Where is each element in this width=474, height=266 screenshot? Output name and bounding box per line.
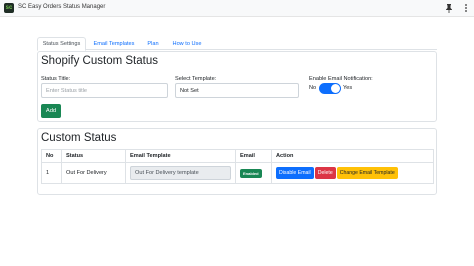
column-header: No	[41, 149, 62, 163]
more-vertical-icon[interactable]	[463, 3, 469, 13]
table-row: 1 Out For Delivery Out For Delivery temp…	[41, 162, 434, 184]
toggle-no-label: No	[309, 85, 317, 91]
row-email-template-cell: Out For Delivery template	[125, 162, 236, 184]
custom-status-card: Custom Status No Status Email Template E…	[37, 128, 437, 195]
tab-status-settings[interactable]: Status Settings	[37, 37, 86, 51]
row-email-template: Out For Delivery template	[130, 166, 231, 180]
tab-email-templates[interactable]: Email Templates	[91, 37, 137, 50]
column-header: Status	[61, 149, 126, 163]
toggle-yes-label: Yes	[343, 85, 353, 91]
table-header-row: No Status Email Template Email Action	[41, 149, 434, 163]
app-logo-icon: sc	[4, 3, 14, 13]
select-template-label: Select Template:	[175, 76, 217, 82]
status-table: No Status Email Template Email Action 1 …	[41, 149, 434, 184]
email-enabled-badge: Enabled	[240, 168, 262, 178]
add-status-card: Shopify Custom Status Status Title: Sele…	[37, 51, 437, 122]
pin-icon[interactable]	[445, 3, 453, 13]
delete-button[interactable]: Delete	[314, 167, 336, 179]
app-logo-text: sc	[5, 5, 13, 11]
tab-plan[interactable]: Plan	[144, 37, 162, 50]
status-title-input[interactable]	[41, 83, 168, 98]
title-bar: sc SC Easy Orders Status Manager	[0, 0, 474, 17]
row-number: 1	[41, 162, 62, 184]
row-actions: Disable Email Delete Change Email Template	[271, 162, 434, 184]
email-notification-label: Enable Email Notification:	[309, 76, 373, 82]
tab-how-to-use[interactable]: How to Use	[169, 37, 205, 50]
settings-tabs: Status Settings Email Templates Plan How…	[37, 36, 437, 51]
add-button[interactable]: Add	[41, 104, 61, 118]
window-title: SC Easy Orders Status Manager	[18, 4, 106, 10]
template-select[interactable]: Not Set	[175, 83, 299, 98]
toggle-knob	[331, 84, 340, 93]
form-title: Shopify Custom Status	[41, 55, 158, 67]
status-title-label: Status Title:	[41, 76, 71, 82]
row-email-cell: Enabled	[235, 162, 272, 184]
column-header: Action	[271, 149, 434, 163]
row-status: Out For Delivery	[61, 162, 126, 184]
column-header: Email Template	[125, 149, 236, 163]
template-select-value: Not Set	[180, 87, 199, 94]
disable-email-button[interactable]: Disable Email	[276, 167, 314, 179]
email-notification-toggle[interactable]	[319, 83, 341, 94]
status-list-title: Custom Status	[41, 132, 117, 144]
column-header: Email	[235, 149, 272, 163]
change-email-template-button[interactable]: Change Email Template	[336, 167, 398, 179]
